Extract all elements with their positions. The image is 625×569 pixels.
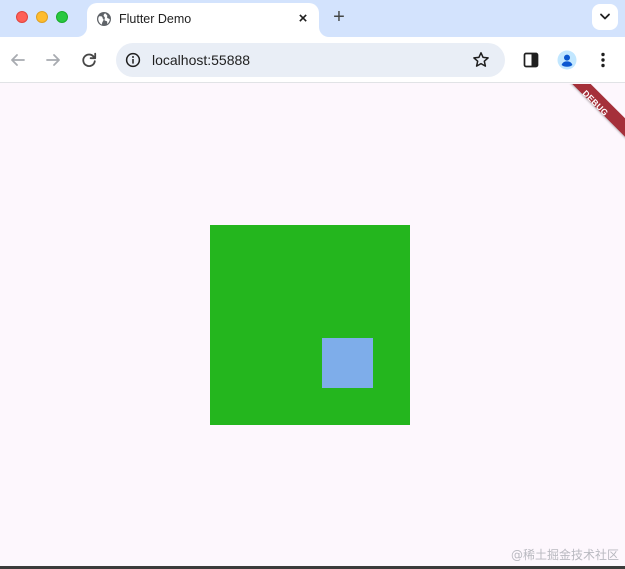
inner-blue-box[interactable] [322, 338, 373, 388]
debug-banner: DEBUG [554, 84, 625, 144]
window-close-button[interactable] [16, 11, 28, 23]
side-panel-button[interactable] [520, 49, 542, 71]
watermark: @稀土掘金技术社区 [510, 548, 619, 562]
toolbar-divider [0, 82, 625, 83]
new-tab-button[interactable]: + [329, 7, 349, 28]
tab-search-button[interactable] [592, 4, 618, 30]
debug-banner-label: DEBUG [580, 88, 611, 118]
profile-icon [557, 50, 577, 70]
tab-flutter-demo[interactable]: Flutter Demo × [87, 3, 319, 37]
globe-icon [96, 11, 112, 27]
info-icon[interactable] [125, 52, 141, 68]
profile-button[interactable] [556, 49, 578, 71]
forward-button[interactable] [42, 49, 64, 71]
back-button[interactable] [7, 49, 29, 71]
chevron-down-icon [600, 13, 610, 20]
arrow-right-icon [46, 54, 60, 66]
kebab-menu-button[interactable] [592, 49, 614, 71]
tab-strip: Flutter Demo × + [0, 0, 625, 37]
side-panel-icon [523, 52, 539, 68]
tab-title: Flutter Demo [119, 12, 192, 26]
reload-icon [82, 52, 97, 67]
outer-green-box [210, 225, 410, 425]
url-text: localhost:55888 [152, 52, 251, 68]
kebab-menu-icon [601, 52, 605, 68]
flutter-app-canvas: DEBUG @稀土掘金技术社区 [0, 84, 625, 566]
address-bar[interactable]: localhost:55888 [116, 43, 505, 77]
star-icon[interactable] [472, 51, 490, 69]
arrow-left-icon [11, 54, 25, 66]
browser-toolbar: localhost:55888 [0, 37, 625, 83]
browser-window: Flutter Demo × + localhost:55888 DEBUG @… [0, 0, 625, 569]
reload-button[interactable] [78, 49, 100, 71]
window-minimize-button[interactable] [36, 11, 48, 23]
tab-close-button[interactable]: × [295, 11, 311, 27]
window-maximize-button[interactable] [56, 11, 68, 23]
